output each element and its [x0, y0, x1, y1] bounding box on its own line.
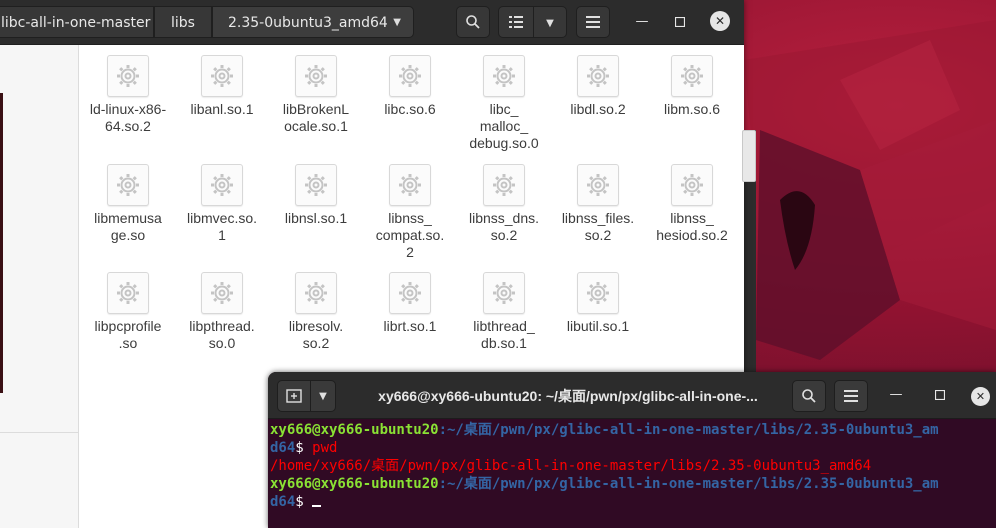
chevron-down-icon: ▼	[546, 18, 554, 29]
search-button[interactable]	[456, 6, 490, 38]
file-name: libc.so.6	[384, 101, 436, 117]
breadcrumb-item[interactable]: libc-all-in-one-master	[0, 6, 154, 38]
shared-library-file-icon	[577, 272, 619, 314]
file-name: librt.so.1	[383, 318, 437, 334]
shared-library-file-icon	[577, 55, 619, 97]
terminal-window: ▼ xy666@xy666-ubuntu20: ~/桌面/pwn/px/glib…	[268, 372, 996, 528]
sidebar-separator	[0, 432, 78, 433]
file-name: libanl.so.1	[190, 101, 254, 117]
prompt-path: :~/桌面/pwn/px/glibc-all-in-one-master/lib…	[438, 476, 939, 492]
terminal-maximize-button[interactable]	[930, 385, 950, 405]
prompt-path-wrap: d64	[270, 494, 296, 510]
shared-library-file-icon	[389, 55, 431, 97]
command-text: pwd	[312, 440, 338, 456]
terminal-minimize-button[interactable]: —	[886, 385, 906, 405]
minimize-icon: —	[635, 14, 649, 29]
shared-library-file-icon	[107, 164, 149, 206]
shared-library-file-icon	[295, 272, 337, 314]
breadcrumb-label: libc-all-in-one-master	[1, 15, 151, 31]
file-name: libnss_files. so.2	[561, 210, 635, 243]
tab-menu-button[interactable]: ▼	[310, 380, 336, 412]
shared-library-file-icon	[483, 164, 525, 206]
chevron-down-icon: ▼	[393, 17, 401, 28]
breadcrumb-item[interactable]: libs	[154, 6, 212, 38]
file-name: libpcprofile .so	[94, 318, 162, 351]
file-name: libthread_ db.so.1	[473, 318, 535, 351]
prompt-user: xy666@xy666-ubuntu20	[270, 422, 439, 438]
scrollbar[interactable]	[742, 130, 756, 182]
search-icon	[802, 389, 816, 403]
file-name: libnsl.so.1	[284, 210, 348, 226]
terminal-output[interactable]: xy666@xy666-ubuntu20:~/桌面/pwn/px/glibc-a…	[270, 421, 994, 526]
shared-library-file-icon	[295, 55, 337, 97]
command-output: /home/xy666/桌面/pwn/px/glibc-all-in-one-m…	[270, 458, 872, 474]
shared-library-file-icon	[201, 55, 243, 97]
close-button[interactable]: ✕	[710, 11, 730, 31]
breadcrumb-label: 2.35-0ubuntu3_amd64	[228, 15, 388, 31]
new-tab-button[interactable]	[277, 380, 311, 412]
minimize-icon: —	[889, 387, 903, 402]
shared-library-file-icon	[577, 164, 619, 206]
hamburger-menu-icon	[586, 16, 600, 28]
close-icon: ✕	[975, 390, 986, 403]
file-name: libnss_dns. so.2	[468, 210, 540, 243]
shared-library-file-icon	[483, 272, 525, 314]
file-name: libnss_ compat.so. 2	[375, 210, 445, 260]
breadcrumb-current[interactable]: 2.35-0ubuntu3_amd64 ▼	[212, 6, 414, 38]
menu-button[interactable]	[576, 6, 610, 38]
file-name: ld-linux-x86- 64.so.2	[89, 101, 167, 134]
file-name: libm.so.6	[663, 101, 721, 117]
file-name: libBrokenL ocale.so.1	[282, 101, 350, 134]
file-name: libmvec.so. 1	[186, 210, 258, 243]
text-cursor	[312, 505, 322, 507]
shared-library-file-icon	[295, 164, 337, 206]
hamburger-menu-icon	[844, 390, 858, 402]
prompt-path-wrap: d64	[270, 440, 296, 456]
file-name: libmemusa ge.so	[94, 210, 162, 243]
chevron-down-icon: ▼	[319, 391, 327, 402]
maximize-icon	[674, 16, 686, 28]
prompt-user: xy666@xy666-ubuntu20	[270, 476, 439, 492]
maximize-icon	[934, 389, 946, 401]
file-name: libutil.so.1	[566, 318, 630, 334]
terminal-title: xy666@xy666-ubuntu20: ~/桌面/pwn/px/glibc-…	[378, 388, 758, 404]
file-name: libresolv. so.2	[288, 318, 344, 351]
shared-library-file-icon	[483, 55, 525, 97]
shared-library-file-icon	[671, 164, 713, 206]
file-name: libnss_ hesiod.so.2	[656, 210, 728, 243]
terminal-headerbar: ▼ xy666@xy666-ubuntu20: ~/桌面/pwn/px/glib…	[268, 372, 996, 419]
search-icon	[466, 15, 480, 29]
new-tab-icon	[286, 389, 302, 403]
sidebar-edge	[0, 93, 3, 393]
shared-library-file-icon	[201, 272, 243, 314]
prompt-symbol: $	[295, 440, 313, 456]
view-list-button[interactable]	[498, 6, 534, 38]
minimize-button[interactable]: —	[632, 12, 652, 32]
list-view-icon	[509, 16, 523, 28]
file-name: libc_ malloc_ debug.so.0	[469, 101, 539, 151]
shared-library-file-icon	[389, 164, 431, 206]
terminal-menu-button[interactable]	[834, 380, 868, 412]
prompt-path: :~/桌面/pwn/px/glibc-all-in-one-master/lib…	[438, 422, 939, 438]
breadcrumb-label: libs	[171, 15, 195, 31]
shared-library-file-icon	[201, 164, 243, 206]
file-manager-headerbar: libc-all-in-one-master libs 2.35-0ubuntu…	[0, 0, 744, 45]
shared-library-file-icon	[671, 55, 713, 97]
maximize-button[interactable]	[670, 12, 690, 32]
shared-library-file-icon	[389, 272, 431, 314]
sidebar	[0, 45, 79, 528]
view-options-button[interactable]: ▼	[533, 6, 567, 38]
close-icon: ✕	[714, 14, 726, 28]
terminal-search-button[interactable]	[792, 380, 826, 412]
file-name: libdl.so.2	[570, 101, 626, 117]
shared-library-file-icon	[107, 272, 149, 314]
prompt-symbol: $	[295, 494, 313, 510]
terminal-close-button[interactable]: ✕	[971, 387, 990, 406]
file-name: libpthread. so.0	[189, 318, 255, 351]
shared-library-file-icon	[107, 55, 149, 97]
